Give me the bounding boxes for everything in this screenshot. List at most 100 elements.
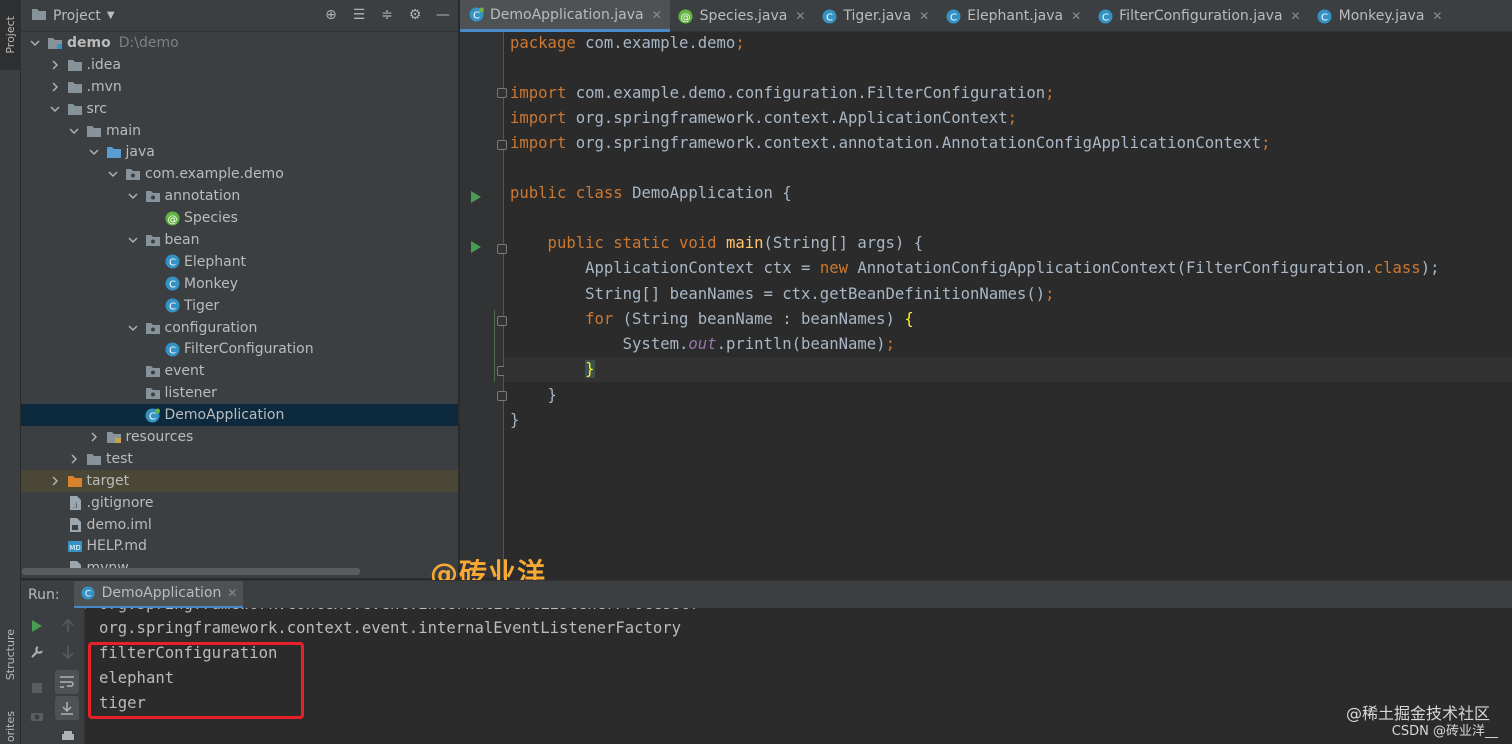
tree-item-idea[interactable]: .idea — [21, 54, 458, 76]
chevron-right-icon[interactable] — [49, 475, 61, 487]
editor-tab-filterconfiguration-java[interactable]: C FilterConfiguration.java ✕ — [1089, 0, 1308, 32]
tree-item-elephant[interactable]: C Elephant — [21, 251, 458, 273]
expand-all-icon[interactable]: ☰ — [350, 6, 368, 24]
package-icon — [145, 363, 161, 379]
tree-item-label: event — [164, 363, 205, 380]
wrench-icon[interactable] — [27, 642, 47, 662]
tree-item-event[interactable]: event — [21, 360, 458, 382]
svg-text:C: C — [169, 258, 176, 269]
project-view-selector[interactable]: Project — [53, 8, 101, 24]
scroll-to-end-icon[interactable] — [55, 696, 79, 720]
tree-item-label: bean — [164, 231, 200, 248]
run-gutter-icon[interactable] — [470, 238, 482, 253]
chevron-down-icon[interactable] — [88, 146, 100, 158]
java-class-icon: C — [1317, 8, 1333, 24]
tree-item-mvn[interactable]: .mvn — [21, 76, 458, 98]
tree-item-tiger[interactable]: C Tiger — [21, 295, 458, 317]
camera-icon[interactable] — [27, 706, 47, 726]
close-icon[interactable]: ✕ — [652, 8, 662, 22]
svg-text:MD: MD — [69, 544, 80, 552]
close-icon[interactable]: ✕ — [227, 586, 237, 600]
close-icon[interactable]: ✕ — [1432, 9, 1442, 23]
tree-item-help-md[interactable]: MD HELP.md — [21, 535, 458, 557]
tree-item-label: Monkey — [184, 275, 239, 292]
code-line: for (String beanName : beanNames) { — [510, 310, 914, 328]
code-editor[interactable]: package com.example.demo; import com.exam… — [460, 32, 1512, 578]
chevron-down-icon[interactable] — [127, 322, 139, 334]
print-icon[interactable] — [58, 726, 78, 744]
structure-tool-tab[interactable]: Structure — [0, 615, 21, 695]
editor-tab-label: FilterConfiguration.java — [1119, 8, 1283, 24]
tree-item-main[interactable]: main — [21, 120, 458, 142]
chevron-down-icon[interactable] — [127, 190, 139, 202]
tree-horizontal-scrollbar[interactable] — [22, 568, 360, 575]
tree-item-gitignore[interactable]: .i .gitignore — [21, 492, 458, 514]
close-icon[interactable]: ✕ — [1291, 9, 1301, 23]
tree-item-test[interactable]: test — [21, 448, 458, 470]
tree-item-configuration[interactable]: configuration — [21, 317, 458, 339]
chevron-down-icon[interactable] — [68, 125, 80, 137]
chevron-right-icon[interactable] — [68, 453, 80, 465]
editor-tab-tiger-java[interactable]: C Tiger.java ✕ — [813, 0, 937, 32]
tree-item-label: target — [86, 472, 130, 489]
soft-wrap-icon[interactable] — [55, 670, 79, 694]
project-toolbar: ⊕ ☰ ≑ ⚙ — — [322, 6, 452, 24]
gear-icon[interactable]: ⚙ — [406, 6, 424, 24]
project-tool-tab[interactable]: Project — [0, 0, 21, 70]
tree-item-label: FilterConfiguration — [184, 341, 314, 358]
tree-item-java[interactable]: java — [21, 141, 458, 163]
up-arrow-icon[interactable] — [58, 616, 78, 636]
tree-item-demoapplication[interactable]: C DemoApplication — [21, 404, 458, 427]
run-gutter-icon[interactable] — [470, 188, 482, 203]
down-arrow-icon[interactable] — [58, 642, 78, 662]
close-icon[interactable]: ✕ — [1071, 9, 1081, 23]
chevron-down-icon[interactable] — [127, 234, 139, 246]
stop-icon[interactable] — [27, 678, 47, 698]
tree-item-demo-iml[interactable]: demo.iml — [21, 514, 458, 536]
tree-item-target[interactable]: target — [21, 469, 458, 492]
editor-tab-demoapplication-java[interactable]: C DemoApplication.java ✕ — [460, 0, 670, 32]
fold-marker-icon[interactable] — [497, 316, 507, 326]
tree-item-demo[interactable]: demo D:\demo — [21, 32, 458, 54]
tree-item-resources[interactable]: resources — [21, 426, 458, 448]
chevron-down-icon[interactable] — [107, 168, 119, 180]
tree-item-species[interactable]: @ Species — [21, 207, 458, 229]
tree-item-com-example-demo[interactable]: com.example.demo — [21, 163, 458, 185]
tree-item-filterconfiguration[interactable]: C FilterConfiguration — [21, 338, 458, 360]
close-icon[interactable]: ✕ — [795, 9, 805, 23]
fold-marker-icon[interactable] — [497, 391, 507, 401]
tree-item-annotation[interactable]: annotation — [21, 185, 458, 207]
hide-panel-icon[interactable]: — — [434, 6, 452, 24]
tree-item-label: .gitignore — [86, 494, 154, 511]
editor-tab-species-java[interactable]: @ Species.java ✕ — [670, 0, 814, 32]
editor-gutter[interactable] — [460, 32, 507, 578]
fold-marker-icon[interactable] — [497, 244, 507, 254]
editor-tab-elephant-java[interactable]: C Elephant.java ✕ — [937, 0, 1089, 32]
project-panel: Project ▼ ⊕ ☰ ≑ ⚙ — demo D:\demo .idea .mvn… — [21, 0, 459, 578]
chevron-down-icon[interactable] — [29, 37, 41, 49]
chevron-right-icon[interactable] — [49, 59, 61, 71]
run-tab-demoapplication[interactable]: C DemoApplication ✕ — [73, 580, 244, 609]
fold-guide-line — [494, 310, 495, 382]
favorites-tool-tab[interactable]: orites — [0, 710, 21, 744]
tree-item-monkey[interactable]: C Monkey — [21, 273, 458, 295]
collapse-all-icon[interactable]: ≑ — [378, 6, 396, 24]
locate-icon[interactable]: ⊕ — [322, 6, 340, 24]
fold-marker-icon[interactable] — [497, 140, 507, 150]
code-line: String[] beanNames = ctx.getBeanDefiniti… — [510, 285, 1055, 303]
chevron-down-icon[interactable] — [49, 103, 61, 115]
tree-item-src[interactable]: src — [21, 98, 458, 120]
rerun-icon[interactable] — [27, 616, 47, 636]
svg-text:C: C — [473, 10, 480, 21]
close-icon[interactable]: ✕ — [919, 9, 929, 23]
chevron-right-icon[interactable] — [49, 81, 61, 93]
editor-tab-monkey-java[interactable]: C Monkey.java ✕ — [1309, 0, 1451, 32]
fold-marker-icon[interactable] — [497, 88, 507, 98]
folder-icon — [86, 451, 102, 467]
tree-item-bean[interactable]: bean — [21, 229, 458, 251]
chevron-right-icon[interactable] — [88, 431, 100, 443]
tree-item-listener[interactable]: listener — [21, 382, 458, 404]
chevron-down-icon[interactable]: ▼ — [107, 10, 115, 21]
